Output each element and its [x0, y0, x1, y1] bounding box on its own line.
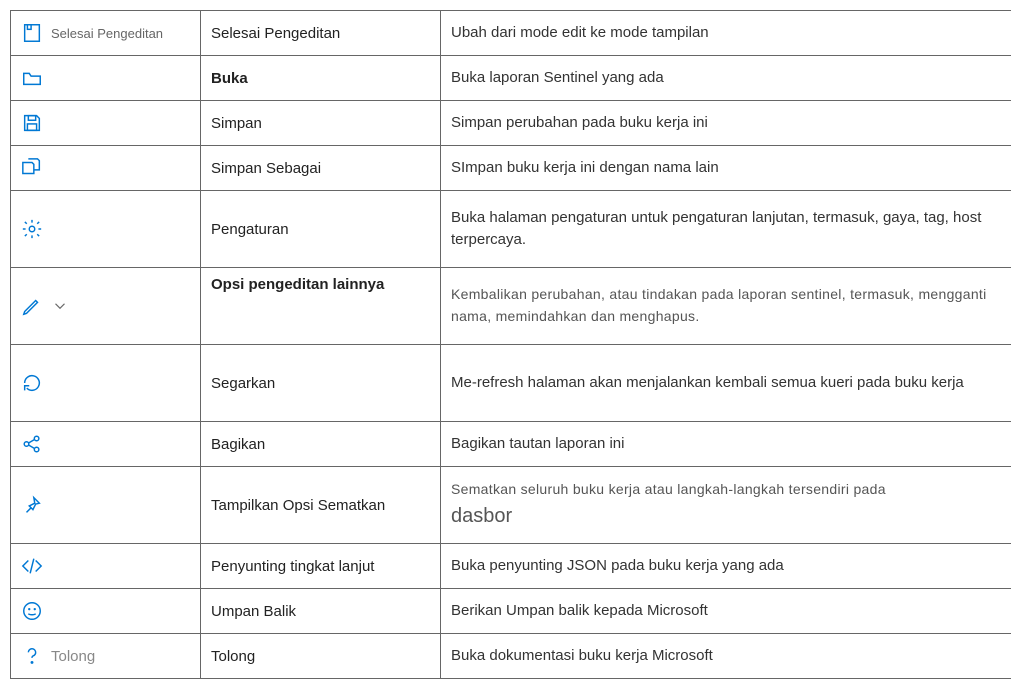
table-row: Pengaturan Buka halaman pengaturan untuk…: [11, 191, 1011, 268]
more-edit-icon-cell: [21, 292, 190, 320]
row-name: Simpan Sebagai: [201, 146, 441, 191]
gear-icon: [21, 218, 43, 240]
table-row: Selesai Pengeditan Selesai Pengeditan Ub…: [11, 11, 1011, 56]
refresh-icon-cell: [21, 369, 190, 397]
row-desc: Simpan perubahan pada buku kerja ini: [441, 101, 1011, 146]
row-name: Selesai Pengeditan: [201, 11, 441, 56]
row-desc: Buka halaman pengaturan untuk pengaturan…: [441, 191, 1011, 268]
row-desc: Buka laporan Sentinel yang ada: [441, 56, 1011, 101]
row-desc: SImpan buku kerja ini dengan nama lain: [441, 146, 1011, 191]
open-icon-cell: [21, 64, 190, 92]
row-name: Tolong: [201, 634, 441, 679]
row-desc: Kembalikan perubahan, atau tindakan pada…: [451, 286, 987, 325]
row-desc: Buka dokumentasi buku kerja Microsoft: [441, 634, 1011, 679]
feedback-icon-cell: [21, 597, 190, 625]
share-icon: [21, 433, 43, 455]
save-icon-cell: [21, 109, 190, 137]
row-name: Segarkan: [201, 345, 441, 422]
table-row: Tampilkan Opsi Sematkan Sematkan seluruh…: [11, 467, 1011, 544]
save-as-icon-cell: [21, 154, 190, 182]
pin-icon: [21, 494, 43, 516]
table-row: Bagikan Bagikan tautan laporan ini: [11, 422, 1011, 467]
folder-icon: [21, 67, 43, 89]
save-icon: [21, 112, 43, 134]
table-row: Opsi pengeditan lainnya Kembalikan perub…: [11, 268, 1011, 345]
table-row: Penyunting tingkat lanjut Buka penyuntin…: [11, 544, 1011, 589]
done-editing-icon-label: Selesai Pengeditan: [51, 26, 163, 41]
row-name: Opsi pengeditan lainnya: [201, 268, 441, 345]
row-name: Umpan Balik: [201, 589, 441, 634]
table-row: Umpan Balik Berikan Umpan balik kepada M…: [11, 589, 1011, 634]
pin-icon-cell: [21, 491, 190, 519]
save-as-icon: [21, 157, 43, 179]
refresh-icon: [21, 372, 43, 394]
row-name: Bagikan: [201, 422, 441, 467]
pin-desc-line1: Sematkan seluruh buku kerja atau langkah…: [451, 481, 886, 497]
share-icon-cell: [21, 430, 190, 458]
row-desc: Bagikan tautan laporan ini: [441, 422, 1011, 467]
row-desc: Sematkan seluruh buku kerja atau langkah…: [441, 467, 1011, 544]
row-name: Tampilkan Opsi Sematkan: [201, 467, 441, 544]
row-name: Buka: [201, 56, 441, 101]
advanced-icon-cell: [21, 552, 190, 580]
table-row: Simpan Sebagai SImpan buku kerja ini den…: [11, 146, 1011, 191]
settings-icon-cell: [21, 215, 190, 243]
toolbar-reference-table: Selesai Pengeditan Selesai Pengeditan Ub…: [10, 10, 1011, 679]
row-desc: Me-refresh halaman akan menjalankan kemb…: [441, 345, 1011, 422]
row-name: Simpan: [201, 101, 441, 146]
table-row: Segarkan Me-refresh halaman akan menjala…: [11, 345, 1011, 422]
chevron-down-icon: [51, 297, 69, 315]
table-row: Tolong Tolong Buka dokumentasi buku kerj…: [11, 634, 1011, 679]
help-icon-cell: Tolong: [21, 642, 190, 670]
done-editing-icon-cell: Selesai Pengeditan: [21, 19, 190, 47]
pencil-icon: [21, 295, 43, 317]
row-desc: Ubah dari mode edit ke mode tampilan: [441, 11, 1011, 56]
smile-icon: [21, 600, 43, 622]
row-desc: Buka penyunting JSON pada buku kerja yan…: [441, 544, 1011, 589]
question-icon: [21, 645, 43, 667]
pin-desc-line2: dasbor: [451, 505, 512, 527]
code-icon: [21, 555, 43, 577]
table-row: Buka Buka laporan Sentinel yang ada: [11, 56, 1011, 101]
row-name: Penyunting tingkat lanjut: [201, 544, 441, 589]
table-row: Simpan Simpan perubahan pada buku kerja …: [11, 101, 1011, 146]
help-icon-label: Tolong: [51, 648, 95, 665]
row-name: Pengaturan: [201, 191, 441, 268]
row-desc: Berikan Umpan balik kepada Microsoft: [441, 589, 1011, 634]
done-editing-icon: [21, 22, 43, 44]
